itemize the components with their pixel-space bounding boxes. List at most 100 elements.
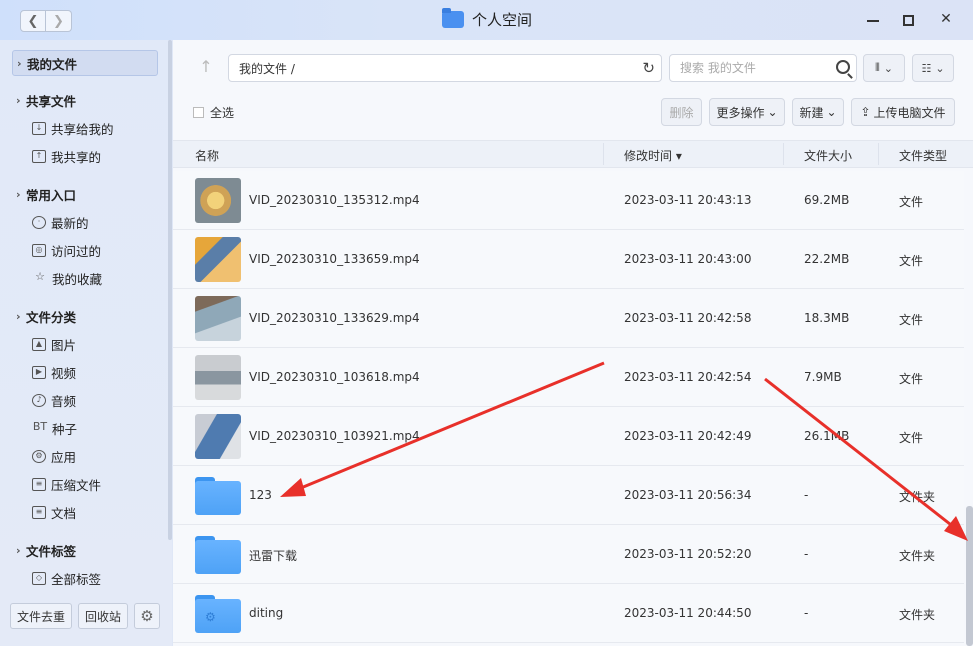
upload-icon: ⇪ (860, 105, 871, 119)
recycle-bin-button[interactable]: 回收站 (78, 603, 129, 629)
tag-icon: ◇ (32, 571, 46, 585)
file-name: VID_20230310_133659.mp4 (249, 252, 420, 266)
file-modified: 2023-03-11 20:42:54 (624, 370, 752, 384)
chevron-left-icon: ❮ (27, 13, 39, 29)
file-modified: 2023-03-11 20:43:00 (624, 252, 752, 266)
sidebar-item-shared-with-me[interactable]: ↓ 共享给我的 (12, 115, 158, 141)
back-button[interactable]: ❮ (20, 10, 46, 32)
window-title: 个人空间 (442, 8, 533, 30)
file-size: - (804, 606, 809, 620)
delete-button[interactable]: 删除 (661, 98, 702, 126)
sidebar-item-audio[interactable]: ♪ 音频 (12, 387, 158, 413)
main-scrollbar[interactable] (966, 506, 973, 646)
sidebar-item-all-tags[interactable]: ◇ 全部标签 (12, 565, 158, 591)
table-row[interactable]: VID_20230310_133629.mp4 2023-03-11 20:42… (173, 289, 964, 348)
sidebar-item-archives[interactable]: ≡ 压缩文件 (12, 471, 158, 497)
star-icon: ☆ (35, 269, 45, 283)
table-row[interactable]: VID_20230310_103618.mp4 2023-03-11 20:42… (173, 348, 964, 407)
close-button[interactable]: ✕ (939, 11, 953, 27)
table-row[interactable]: 迅雷下载 2023-03-11 20:52:20 - 文件夹 (173, 525, 964, 584)
file-size: 7.9MB (804, 370, 842, 384)
folder-icon (442, 8, 464, 28)
app-icon: ⚙ (32, 449, 46, 463)
sidebar-item-favorites[interactable]: ☆ 我的收藏 (12, 265, 158, 291)
table-row[interactable]: VID_20230310_135312.mp4 2023-03-11 20:43… (173, 171, 964, 230)
path-bar[interactable]: 我的文件 / ↻ (228, 54, 662, 82)
file-size: 69.2MB (804, 193, 850, 207)
more-actions-label: 更多操作 (716, 105, 765, 120)
column-header-name[interactable]: 名称 (195, 147, 219, 164)
dedupe-button[interactable]: 文件去重 (10, 603, 73, 629)
sidebar-item-visited[interactable]: ◎ 访问过的 (12, 237, 158, 263)
bt-icon: BT (32, 419, 48, 433)
column-divider[interactable] (603, 143, 604, 165)
video-thumbnail (195, 414, 241, 459)
music-icon: ♪ (32, 393, 46, 407)
settings-button[interactable]: ⚙ (134, 603, 161, 629)
sidebar-item-my-files[interactable]: › 我的文件 (12, 50, 158, 76)
new-button[interactable]: 新建 ⌄ (792, 98, 844, 126)
up-button[interactable]: ↑ (193, 54, 219, 82)
column-divider[interactable] (783, 143, 784, 165)
column-header-size[interactable]: 文件大小 (804, 147, 852, 164)
sidebar-section-label: 文件标签 (26, 543, 77, 559)
sort-view-button[interactable]: ⫴ ⌄ (863, 54, 905, 82)
video-thumbnail (195, 237, 241, 282)
sidebar-section-categories[interactable]: › 文件分类 (12, 303, 158, 329)
file-type: 文件夹 (899, 549, 936, 563)
column-header-label: 修改时间 (624, 149, 673, 163)
column-header-type[interactable]: 文件类型 (899, 147, 947, 164)
sidebar-item-my-shared[interactable]: ↑ 我共享的 (12, 143, 158, 169)
select-all-checkbox[interactable] (193, 107, 204, 118)
forward-button[interactable]: ❯ (46, 10, 72, 32)
window-title-text: 个人空间 (472, 11, 533, 29)
refresh-icon[interactable]: ↻ (642, 59, 655, 77)
sidebar-item-label: 我的收藏 (52, 271, 103, 287)
minimize-button[interactable] (867, 11, 881, 27)
table-row[interactable]: VID_20230310_133659.mp4 2023-03-11 20:43… (173, 230, 964, 289)
file-name: VID_20230310_133629.mp4 (249, 311, 420, 325)
sidebar-item-apps[interactable]: ⚙ 应用 (12, 443, 158, 469)
path-text: 我的文件 / (239, 61, 295, 76)
document-icon: ≡ (32, 505, 46, 519)
table-row[interactable]: VID_20230310_103921.mp4 2023-03-11 20:42… (173, 407, 964, 466)
more-actions-button[interactable]: 更多操作 ⌄ (709, 98, 785, 126)
column-header-modified[interactable]: 修改时间 ▾ (624, 147, 682, 164)
chevron-right-icon: ❯ (53, 13, 64, 29)
sidebar-item-recent[interactable]: · 最新的 (12, 209, 158, 235)
file-type: 文件夹 (899, 490, 936, 504)
table-row[interactable]: ⚙ diting 2023-03-11 20:44:50 - 文件夹 (173, 584, 964, 643)
search-icon[interactable] (836, 60, 850, 74)
folder-gear-icon: ⚙ (195, 595, 241, 633)
sidebar-section-tags[interactable]: › 文件标签 (12, 537, 158, 563)
gear-icon: ⚙ (140, 607, 154, 625)
main-panel: ↑ 我的文件 / ↻ ⫴ ⌄ ☷ ⌄ 全选 删除 更多操作 ⌄ (173, 40, 973, 646)
sidebar-scrollbar[interactable] (168, 40, 172, 540)
sidebar-item-videos[interactable]: ▶ 视频 (12, 359, 158, 385)
file-modified: 2023-03-11 20:44:50 (624, 606, 752, 620)
clock-icon: · (32, 215, 46, 229)
sidebar-item-images[interactable]: ▲ 图片 (12, 331, 158, 357)
column-divider[interactable] (878, 143, 879, 165)
sidebar-item-label: 访问过的 (51, 243, 102, 259)
sidebar-section-shared[interactable]: › 共享文件 (12, 87, 158, 113)
table-row[interactable]: 123 2023-03-11 20:56:34 - 文件夹 (173, 466, 964, 525)
sidebar-item-label: 文档 (51, 505, 77, 521)
share-in-icon: ↓ (32, 121, 46, 135)
file-name: 123 (249, 488, 272, 502)
file-modified: 2023-03-11 20:43:13 (624, 193, 752, 207)
layout-view-button[interactable]: ☷ ⌄ (912, 54, 954, 82)
chevron-down-icon: ⌄ (883, 61, 893, 75)
chevron-right-icon: › (16, 187, 21, 201)
chevron-down-icon: ⌄ (767, 105, 778, 119)
sidebar-item-torrents[interactable]: BT 种子 (12, 415, 158, 441)
video-thumbnail (195, 178, 241, 223)
file-type: 文件 (899, 195, 924, 209)
sidebar-section-common[interactable]: › 常用入口 (12, 181, 158, 207)
select-all[interactable]: 全选 (193, 104, 234, 121)
upload-button[interactable]: ⇪ 上传电脑文件 (851, 98, 955, 126)
nav-buttons: ❮ ❯ (20, 10, 72, 32)
sidebar-item-documents[interactable]: ≡ 文档 (12, 499, 158, 525)
search-input[interactable] (680, 61, 820, 75)
maximize-button[interactable] (903, 11, 917, 27)
